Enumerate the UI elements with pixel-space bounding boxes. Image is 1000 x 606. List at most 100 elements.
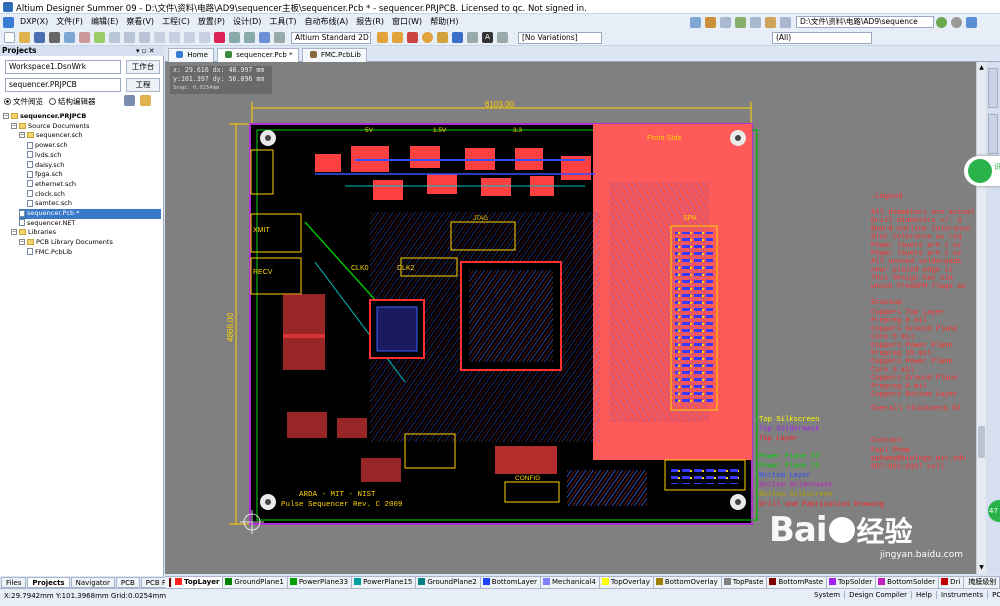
layer-tab[interactable]: TopPaste <box>722 577 768 588</box>
back-icon[interactable] <box>936 16 947 28</box>
cross-probe-icon[interactable] <box>259 32 270 43</box>
vertical-scrollbar[interactable]: ▲ ▼ <box>976 62 986 574</box>
help-button[interactable]: Help <box>912 591 937 599</box>
tab-home[interactable]: Home <box>168 47 214 62</box>
pcb-drawing[interactable]: 6103.00 4866.00 Front Side SPA 5V 1.5V 3… <box>165 62 976 574</box>
copy-icon[interactable] <box>124 32 135 43</box>
system-button[interactable]: System <box>810 591 846 599</box>
tab-projects[interactable]: Projects <box>27 576 70 588</box>
undo-icon[interactable] <box>229 32 240 43</box>
mask-level-button[interactable]: 掩膜级别 <box>966 577 1000 588</box>
tree-item[interactable]: FMC.PcbLib <box>27 248 161 258</box>
project-field[interactable]: sequencer.PRJPCB <box>5 78 121 92</box>
layer-tab[interactable]: TopLayer <box>173 577 224 588</box>
string-icon[interactable]: A <box>482 32 493 43</box>
layer-tab[interactable]: TopSolder <box>827 577 877 588</box>
move-icon[interactable] <box>184 32 195 43</box>
paste-icon[interactable] <box>139 32 150 43</box>
variations-select[interactable]: [No Variations] <box>518 31 602 44</box>
tab-files[interactable]: Files <box>1 576 27 588</box>
polygon-icon[interactable] <box>467 32 478 43</box>
home-icon[interactable] <box>966 16 977 28</box>
arc-icon[interactable] <box>437 32 448 43</box>
tree-item[interactable]: sequencer.NET <box>19 219 161 229</box>
tree-item[interactable]: ethernet.sch <box>27 180 161 190</box>
tree-item[interactable]: clock.sch <box>27 190 161 200</box>
layer-tab[interactable]: GroundPlane2 <box>416 577 481 588</box>
zoom-area-icon[interactable] <box>79 32 90 43</box>
layer-tab[interactable]: Dri <box>939 577 965 588</box>
file-view-radio[interactable] <box>4 98 11 105</box>
layer-tab[interactable]: Mechanical4 <box>541 577 600 588</box>
menu-design[interactable]: 设计(D) <box>229 14 265 30</box>
menu-project[interactable]: 工程(C) <box>158 14 194 30</box>
design-compiler-button[interactable]: Design Compiler <box>845 591 913 599</box>
coordinate-icon[interactable] <box>497 32 508 43</box>
instruments-button[interactable]: Instruments <box>937 591 989 599</box>
struct-editor-radio[interactable] <box>49 98 56 105</box>
table-icon[interactable] <box>780 16 791 28</box>
redo-icon[interactable] <box>244 32 255 43</box>
tab-fmc-pcblib[interactable]: FMC.PcbLib <box>301 47 367 62</box>
tab-navigator[interactable]: Navigator <box>70 576 115 588</box>
tree-item[interactable]: − Source Documents <box>11 122 161 132</box>
deselect-icon[interactable] <box>199 32 210 43</box>
forward-icon[interactable] <box>951 16 962 28</box>
scroll-up-icon[interactable]: ▲ <box>978 64 985 72</box>
collapse-icon[interactable]: − <box>19 132 25 139</box>
menu-file[interactable]: 文件(F) <box>52 14 87 30</box>
clear-icon[interactable] <box>214 32 225 43</box>
tree-item[interactable]: fpga.sch <box>27 170 161 180</box>
collapse-icon[interactable]: − <box>11 229 17 236</box>
tree-item[interactable]: − PCB Library Documents <box>19 238 161 248</box>
open-folder-icon[interactable] <box>19 32 30 43</box>
menu-tools[interactable]: 工具(T) <box>265 14 300 30</box>
diff-pair-icon[interactable] <box>392 32 403 43</box>
print-icon[interactable] <box>49 32 60 43</box>
route-icon[interactable] <box>377 32 388 43</box>
workspace-button[interactable]: 工作台 <box>126 60 160 74</box>
panel-controls-icon[interactable]: ▾ ▫ ✕ <box>136 47 155 55</box>
pcb-status-button[interactable]: PCB <box>988 591 1000 599</box>
scroll-down-icon[interactable]: ▼ <box>978 564 985 572</box>
align-icon[interactable] <box>735 16 746 28</box>
select-icon[interactable] <box>169 32 180 43</box>
menu-dxp[interactable]: DXP(X) <box>16 14 52 30</box>
layer-tab[interactable]: PowerPlane15 <box>352 577 417 588</box>
open-icon[interactable] <box>705 16 716 28</box>
pad-icon[interactable] <box>407 32 418 43</box>
menu-autoroute[interactable]: 自动布线(A) <box>301 14 353 30</box>
view-config-select[interactable]: Altium Standard 2D <box>291 31 371 44</box>
scroll-thumb[interactable] <box>978 426 985 458</box>
measure-icon[interactable] <box>765 16 776 28</box>
tab-sequencer-pcb[interactable]: sequencer.Pcb * <box>216 47 299 62</box>
tree-item[interactable]: daisy.sch <box>27 161 161 171</box>
zoom-fit-icon[interactable] <box>64 32 75 43</box>
new-icon[interactable] <box>4 32 15 43</box>
rubber-stamp-icon[interactable] <box>154 32 165 43</box>
tree-item[interactable]: samtec.sch <box>27 199 161 209</box>
fill-icon[interactable] <box>452 32 463 43</box>
zoom-selected-icon[interactable] <box>94 32 105 43</box>
layout-icon[interactable] <box>720 16 731 28</box>
save-icon[interactable] <box>34 32 45 43</box>
menu-window[interactable]: 窗口(W) <box>388 14 426 30</box>
layer-tab[interactable]: BottomPaste <box>767 577 828 588</box>
layer-tab[interactable]: BottomLayer <box>481 577 541 588</box>
cut-icon[interactable] <box>109 32 120 43</box>
workspace-select[interactable]: Workspace1.DsnWrk <box>5 60 121 74</box>
dock-tab-2[interactable] <box>988 114 998 154</box>
collapse-icon[interactable]: − <box>3 113 9 119</box>
project-options-icon[interactable] <box>124 95 135 106</box>
pcb-canvas[interactable]: 6103.00 4866.00 Front Side SPA 5V 1.5V 3… <box>165 62 976 574</box>
collapse-icon[interactable]: − <box>11 122 17 129</box>
tree-item[interactable]: − Libraries <box>11 228 161 238</box>
menu-reports[interactable]: 报告(R) <box>352 14 388 30</box>
grid-toggle-icon[interactable] <box>274 32 285 43</box>
tree-item[interactable]: − sequencer.PRJPCB <box>3 112 161 122</box>
menu-place[interactable]: 放置(P) <box>194 14 229 30</box>
folder-menu-icon[interactable] <box>140 95 151 106</box>
collapse-icon[interactable]: − <box>19 239 25 246</box>
path-combo[interactable]: D:\文件\资料\电路\AD9\sequence <box>796 16 934 28</box>
tree-item[interactable]: sequencer.Pcb * <box>19 209 161 219</box>
